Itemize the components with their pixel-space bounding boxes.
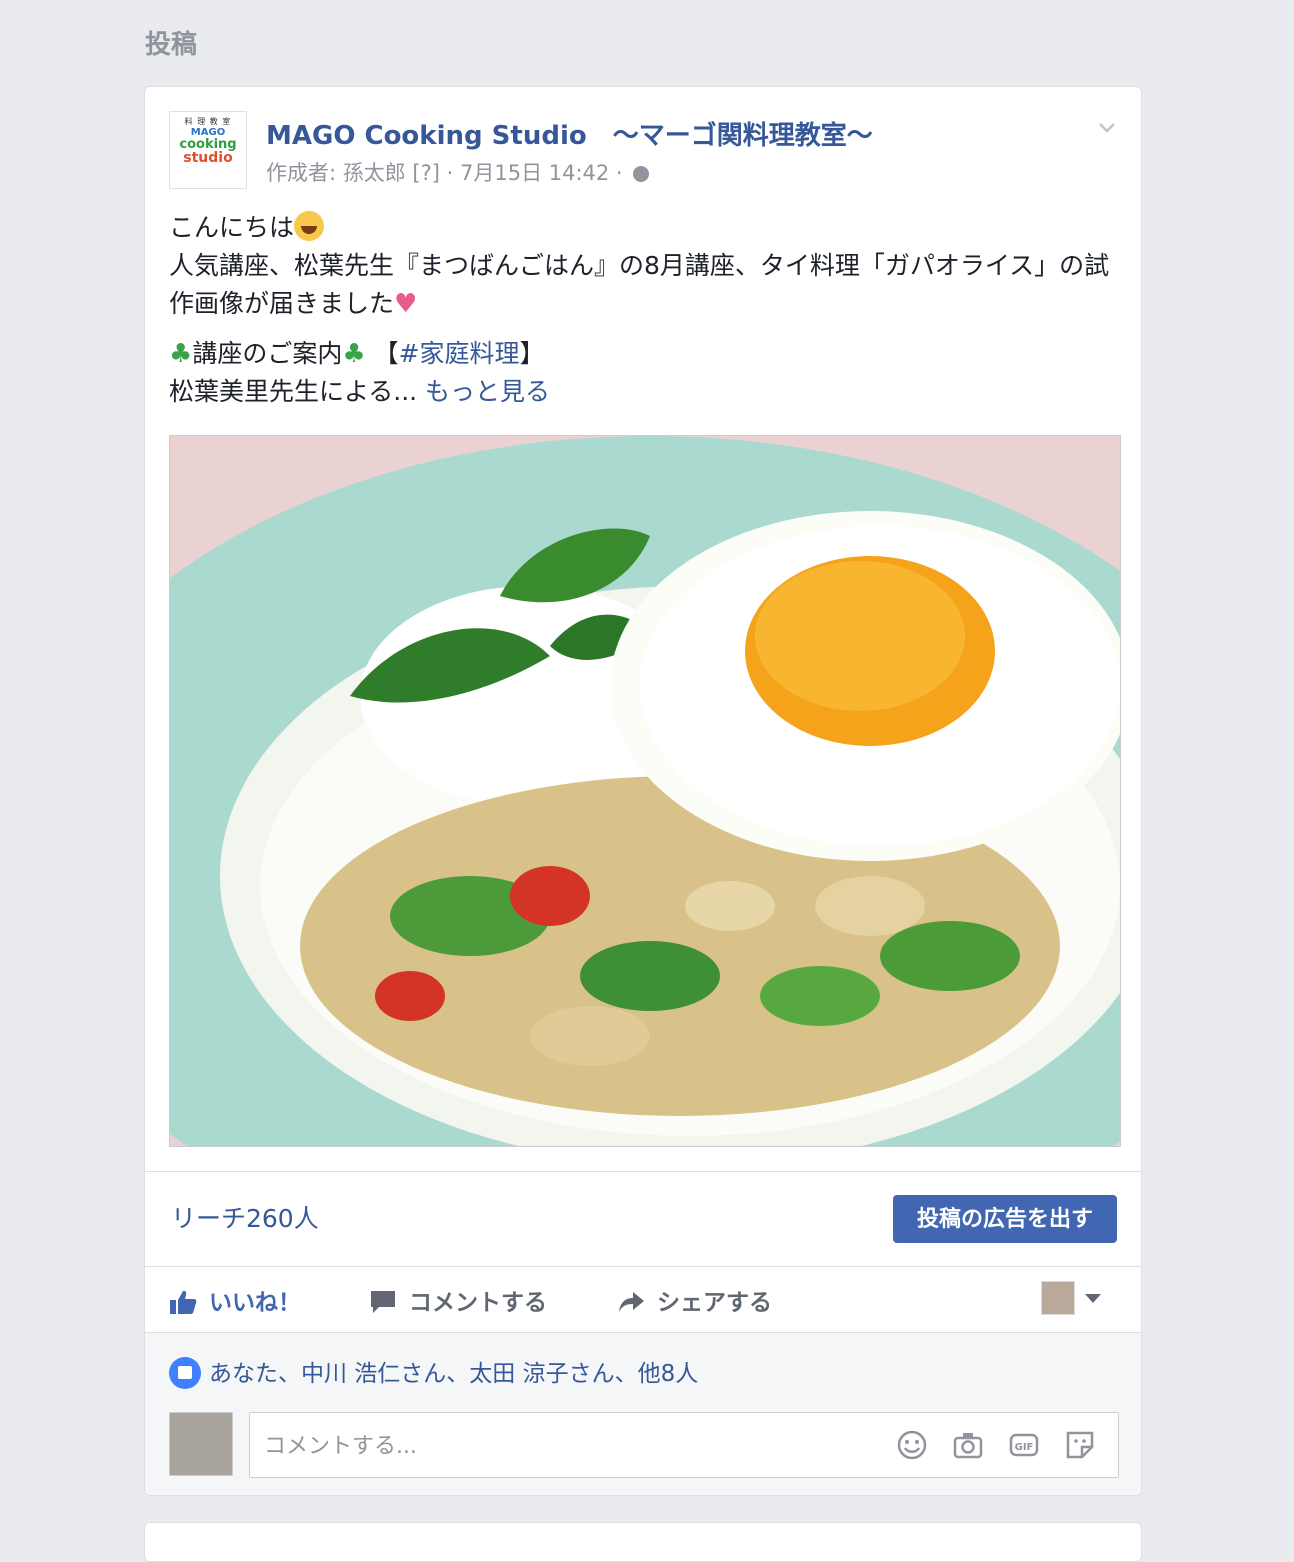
emoji-icon[interactable] [896, 1429, 928, 1461]
share-arrow-icon [617, 1289, 645, 1315]
avatar-line-1: 料 理 教 室 [184, 117, 232, 126]
post-header: 料 理 教 室 MAGO cooking studio MAGO Cooking… [169, 111, 1117, 193]
reach-stat[interactable]: リーチ260人 [171, 1199, 319, 1235]
likes-summary-text: あなた、中川 浩仁さん、太田 涼子さん、他8人 [209, 1361, 699, 1387]
post-card: 料 理 教 室 MAGO cooking studio MAGO Cooking… [144, 86, 1142, 1496]
like-badge-icon [169, 1357, 201, 1389]
clover-emoji-icon: ♣ [169, 339, 193, 369]
likes-summary[interactable]: あなた、中川 浩仁さん、太田 涼子さん、他8人 [169, 1354, 698, 1389]
heart-emoji-icon: ♥ [394, 289, 418, 319]
avatar [1041, 1281, 1075, 1315]
globe-icon [633, 166, 650, 182]
post-body-truncated: 松葉美里先生による... [169, 377, 418, 406]
clover-emoji-icon: ♣ [342, 339, 366, 369]
page-name-link[interactable]: MAGO Cooking Studio 〜マーゴ関料理教室〜 [266, 115, 873, 152]
action-bar: いいね！ コメントする シェアする [145, 1267, 1141, 1331]
share-label: シェアする [657, 1290, 772, 1316]
comment-button[interactable]: コメントする [369, 1283, 547, 1317]
post-text: こんにちは 人気講座、松葉先生『まつばんごはん』の8月講座、タイ料理「ガパオライ… [169, 209, 1119, 411]
camera-icon[interactable] [952, 1429, 984, 1461]
course-label: 講座のご案内 [192, 339, 343, 368]
comment-composer: GIF [249, 1412, 1119, 1479]
caret-down-icon [1085, 1293, 1101, 1303]
greeting-text: こんにちは [169, 213, 295, 242]
next-post-card [144, 1522, 1142, 1562]
post-meta-text[interactable]: 作成者: 孫太郎 [?] · 7月15日 14:42 · [266, 161, 623, 185]
hashtag-bracket-open: 【 [373, 339, 399, 368]
boost-post-button[interactable]: 投稿の広告を出す [893, 1195, 1117, 1243]
thumbs-up-icon [169, 1289, 197, 1315]
avatar[interactable] [169, 1412, 233, 1476]
laughing-emoji-icon [294, 211, 325, 241]
svg-text:GIF: GIF [1015, 1442, 1034, 1453]
avatar-line-4: studio [183, 150, 233, 166]
post-body-line: 人気講座、松葉先生『まつばんごはん』の8月講座、タイ料理「ガパオライス」の試作画… [169, 251, 1110, 318]
see-more-link[interactable]: もっと見る [425, 377, 550, 406]
sticker-icon[interactable] [1064, 1429, 1096, 1461]
post-photo[interactable] [169, 435, 1121, 1147]
comment-input[interactable] [262, 1413, 866, 1479]
divider [145, 1171, 1141, 1172]
divider [145, 1332, 1141, 1333]
speech-bubble-icon [369, 1289, 397, 1315]
like-label: いいね！ [209, 1290, 301, 1316]
comment-label: コメントする [409, 1290, 547, 1316]
chevron-down-icon[interactable] [1097, 117, 1117, 137]
hashtag-bracket-close: 】 [519, 339, 545, 368]
comments-section: あなた、中川 浩仁さん、太田 涼子さん、他8人 GIF [145, 1332, 1141, 1495]
post-as-selector[interactable] [1041, 1281, 1101, 1315]
page-avatar[interactable]: 料 理 教 室 MAGO cooking studio [169, 111, 247, 189]
section-title: 投稿 [145, 30, 198, 60]
gif-icon[interactable]: GIF [1008, 1429, 1040, 1461]
share-button[interactable]: シェアする [617, 1283, 772, 1317]
hashtag-link[interactable]: #家庭料理 [399, 339, 520, 368]
post-meta: 作成者: 孫太郎 [?] · 7月15日 14:42 · [266, 157, 650, 187]
like-button[interactable]: いいね！ [169, 1283, 301, 1317]
